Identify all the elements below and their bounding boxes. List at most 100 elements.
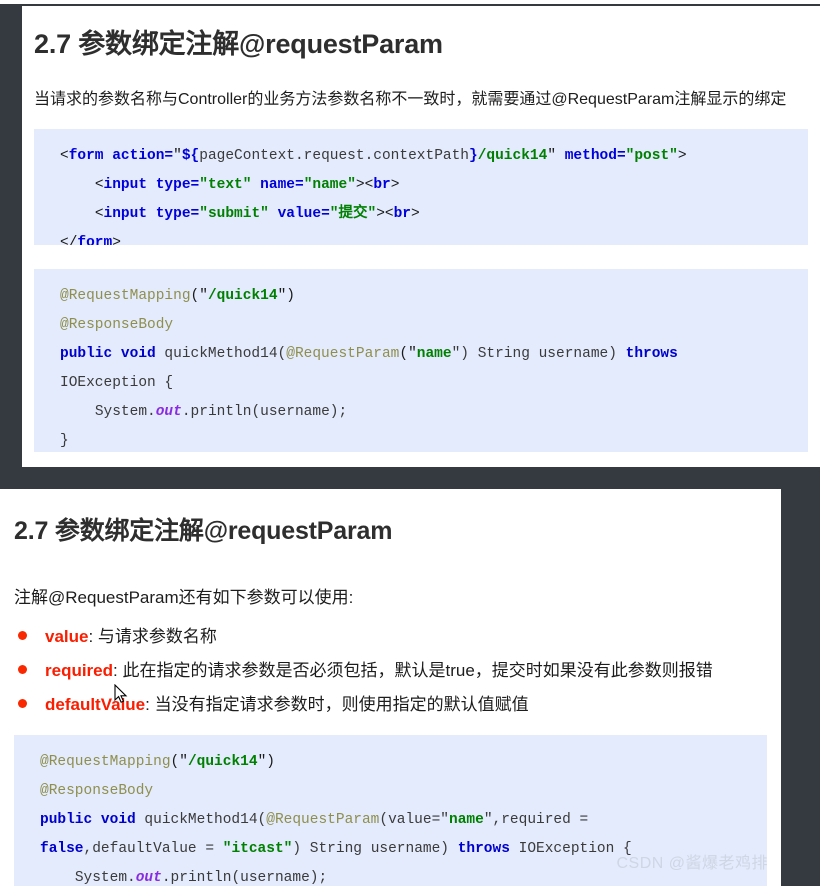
code-token: ") String username) (451, 346, 626, 362)
code-token: System. (94, 404, 156, 420)
code-token: > (411, 206, 420, 222)
code-token: ${ (181, 148, 200, 164)
code-token: @RequestParam (286, 346, 400, 362)
csdn-watermark: CSDN @酱爆老鸡排 (616, 855, 768, 872)
bullet-description: : 此在指定的请求参数是否必须包括，默认是true，提交时如果没有此参数则报错 (113, 661, 713, 680)
bullet-description: : 与请求参数名称 (88, 627, 217, 646)
slide-two-intro-text: 注解@RequestParam还有如下参数可以使用: (14, 588, 354, 607)
code-line: public void quickMethod14(@RequestParam(… (40, 806, 767, 835)
code-line: IOException { (60, 369, 808, 398)
code-line: @ResponseBody (40, 777, 767, 806)
bullet-keyword: value (45, 627, 89, 646)
code-token: @ResponseBody (60, 317, 174, 333)
list-item: required: 此在指定的请求参数是否必须包括，默认是true，提交时如果没… (18, 656, 781, 681)
code-token: < (364, 177, 374, 193)
code-token: pageContext.request.contextPath (199, 148, 469, 164)
code-token: ") (257, 754, 275, 770)
code-token: (value=" (379, 812, 449, 828)
code-token: < (384, 206, 394, 222)
bullet-description: : 当没有指定请求参数时，则使用指定的默认值赋值 (145, 695, 529, 714)
code-token: > (112, 235, 121, 245)
code-token: out (155, 404, 182, 420)
code-token: ,defaultValue = (83, 841, 223, 857)
code-token: } (60, 433, 69, 449)
code-token: > (390, 177, 400, 193)
code-token: @RequestMapping (60, 288, 191, 304)
slide-panel-one: 2.7 参数绑定注解@requestParam 当请求的参数名称与Control… (22, 6, 820, 467)
slide-panel-two: 2.7 参数绑定注解@requestParam 注解@RequestParam还… (0, 489, 781, 886)
code-token: (" (399, 346, 417, 362)
bullet-keyword: defaultValue (45, 695, 146, 714)
code-token: > (355, 177, 365, 193)
presentation-screenshot: 2.7 参数绑定注解@requestParam 当请求的参数名称与Control… (0, 0, 820, 886)
code-token: < (94, 206, 104, 222)
code-token: System. (74, 870, 136, 886)
code-token: .println(username); (181, 404, 348, 420)
code-line: @ResponseBody (60, 311, 808, 340)
code-token: " (547, 148, 557, 164)
code-token: "post" (625, 148, 678, 164)
bullet-dot-icon (18, 631, 27, 640)
code-block-java-one: @RequestMapping("/quick14") @ResponseBody… (34, 269, 808, 452)
code-token: > (677, 148, 687, 164)
top-edge-strip (0, 0, 820, 4)
code-token: quickMethod14( (155, 346, 287, 362)
code-line: <form action="${pageContext.request.cont… (60, 142, 808, 171)
code-token: </ (60, 235, 78, 245)
code-line: public void quickMethod14(@RequestParam(… (60, 340, 808, 369)
code-token: < (60, 148, 69, 164)
code-token: name (416, 346, 452, 362)
code-line: </form> (60, 229, 808, 245)
code-token: name (449, 812, 484, 828)
code-token: IOException { (60, 375, 174, 391)
parameter-bullet-list: value: 与请求参数名称 required: 此在指定的请求参数是否必须包括… (0, 622, 781, 715)
bullet-dot-icon (18, 665, 27, 674)
code-token: " (173, 148, 182, 164)
code-token: ") (277, 288, 295, 304)
code-token: "submit" (199, 206, 269, 222)
code-token: /quick14 (477, 148, 548, 164)
slide-one-intro-text: 当请求的参数名称与Controller的业务方法参数名称不一致时，就需要通过@R… (34, 91, 787, 108)
code-token: false (40, 841, 84, 857)
code-token: input (103, 177, 148, 193)
code-token: value= (277, 206, 330, 222)
code-token: @RequestParam (266, 812, 380, 828)
code-token: } (469, 148, 478, 164)
code-token: "text" (199, 177, 252, 193)
code-token: throws (457, 841, 510, 857)
code-token: name= (260, 177, 304, 193)
code-token: "itcast" (222, 841, 293, 857)
code-token: method= (564, 148, 626, 164)
code-token: form (77, 235, 113, 245)
code-token: input (103, 206, 148, 222)
code-token: type= (155, 177, 200, 193)
code-token: quickMethod14( (135, 812, 267, 828)
bullet-keyword: required (45, 661, 114, 680)
code-token: > (376, 206, 385, 222)
code-token: ",required = (483, 812, 589, 828)
code-line: @RequestMapping("/quick14") (60, 282, 808, 311)
code-token: public void (40, 812, 136, 828)
code-token: out (135, 870, 162, 886)
code-token: type= (155, 206, 200, 222)
code-line: <input type="text" name="name"><br> (60, 171, 808, 200)
code-token: @RequestMapping (40, 754, 171, 770)
bullet-dot-icon (18, 699, 27, 708)
code-line: <input type="submit" value="提交"><br> (60, 200, 808, 229)
code-token: action= (112, 148, 174, 164)
code-token: < (94, 177, 104, 193)
code-token: public void (60, 346, 156, 362)
code-token: form (68, 148, 104, 164)
code-token: .println(username); (161, 870, 328, 886)
code-token: @ResponseBody (40, 783, 154, 799)
code-token: (" (190, 288, 208, 304)
code-token: br (393, 206, 412, 222)
